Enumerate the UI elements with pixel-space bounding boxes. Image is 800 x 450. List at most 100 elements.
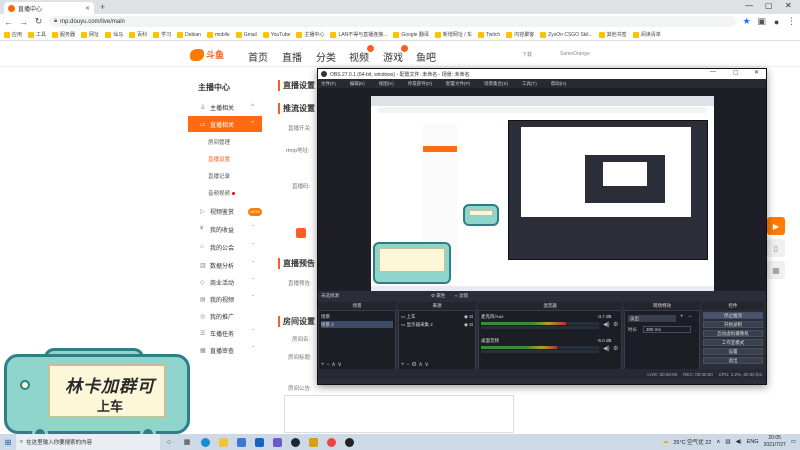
menu-tools[interactable]: 工具(T) [522, 81, 537, 87]
extension-icon[interactable]: ▣ [757, 16, 766, 27]
announcement-textarea[interactable] [284, 395, 514, 433]
bookmark-item[interactable]: mobile [206, 31, 230, 38]
task-view-icon[interactable]: ○ [160, 434, 178, 450]
sidebar-item-promote[interactable]: ◎ 我的推广 [188, 308, 262, 324]
bookmark-item[interactable]: 百科 [129, 31, 147, 38]
speaker-icon[interactable]: ◀) [603, 345, 610, 352]
obs-taskbar-icon[interactable] [340, 434, 358, 450]
properties-button[interactable]: ⚙ 属性 [431, 291, 445, 300]
app-icon[interactable] [304, 434, 322, 450]
menu-icon[interactable]: ⋮ [787, 16, 796, 27]
obs-maximize-icon[interactable]: ▢ [733, 69, 739, 76]
weather-text[interactable]: 25°C 空气优 22 [673, 438, 711, 446]
filters-button[interactable]: ◐ 滤镜 [455, 291, 468, 300]
stop-streaming-button[interactable]: 停止推流 [703, 312, 763, 319]
subitem-live-settings[interactable]: 直播设置 [208, 155, 230, 163]
language-indicator[interactable]: ENG [747, 439, 759, 445]
bookmark-item[interactable]: Google 翻译 [393, 31, 429, 38]
game-icon[interactable] [268, 434, 286, 450]
transition-select[interactable]: 淡出 [628, 315, 676, 322]
sidebar-item-data[interactable]: ▥ 数据分析 ˇ [188, 257, 262, 273]
sidebar-item-task[interactable]: ☰ 车播任务 ˇ [188, 325, 262, 341]
menu-docks[interactable]: 停靠部件(D) [408, 81, 432, 87]
bookmark-item[interactable]: 工具 [28, 31, 46, 38]
sidebar-item-anchor[interactable]: ♙ 主播相关 ^ [188, 99, 262, 115]
reload-icon[interactable]: ↻ [34, 16, 43, 27]
bookmark-item[interactable]: 网址 [81, 31, 99, 38]
dock-footer-controls[interactable]: + − ⚙ ∧ ∨ [401, 361, 429, 368]
sidebar-item-my-videos[interactable]: ▤ 我的视频 ˇ [188, 291, 262, 307]
sidebar-item-income[interactable]: ¥ 我的收益 ˇ [188, 221, 262, 237]
subitem-live-records[interactable]: 直播记录 [208, 172, 230, 180]
play-icon[interactable] [296, 228, 306, 238]
new-tab-icon[interactable]: + [100, 2, 105, 12]
bookmark-item[interactable]: 学习 [153, 31, 171, 38]
volume-icon[interactable]: ◀) [736, 439, 742, 445]
settings-button[interactable]: 设置 [703, 348, 763, 355]
nav-fishbar[interactable]: 鱼吧 [416, 49, 436, 64]
taskbar-search-box[interactable]: ⌕ 在这里输入你要搜索的内容 [16, 434, 160, 450]
scene-item[interactable]: 场景 2 [321, 321, 393, 328]
bookmark-item[interactable]: Gmail [235, 31, 257, 38]
explorer-icon[interactable] [214, 434, 232, 450]
exit-button[interactable]: 退出 [703, 357, 763, 364]
bookmark-item[interactable]: 仙马 [105, 31, 123, 38]
subitem-room-manage[interactable]: 房间管理 [208, 138, 230, 146]
douyu-logo[interactable]: 斗鱼 [190, 47, 232, 62]
eye-icon[interactable]: ◉ ⊡ [464, 313, 473, 320]
studio-mode-button[interactable]: 工作室模式 [703, 339, 763, 346]
duration-input[interactable]: 300 ms [643, 326, 691, 333]
nav-game[interactable]: 游戏 [383, 45, 408, 64]
bookmark-item[interactable]: Debian [177, 31, 201, 38]
add-icon[interactable]: + [680, 314, 684, 320]
menu-view[interactable]: 视图(V) [379, 81, 394, 87]
windows-start-icon[interactable]: ⊞ [0, 438, 16, 447]
close-tab-icon[interactable]: ✕ [85, 5, 90, 12]
source-item[interactable]: ▭ 显示器采集 2 ◉ ⊡ [401, 321, 473, 328]
bookmark-item[interactable]: 阅读清单 [632, 31, 661, 38]
play-circle-icon[interactable]: ▶ [767, 217, 785, 235]
bookmark-item[interactable]: 其他书签 [598, 31, 627, 38]
sidebar-item-review[interactable]: ▦ 直播审查 ˇ [188, 342, 262, 358]
chrome-icon[interactable] [322, 434, 340, 450]
clock[interactable]: 20:05 2021/7/27 [764, 435, 786, 449]
network-icon[interactable]: ▥ [725, 439, 730, 445]
virtual-camera-button[interactable]: 启动虚拟摄像机 [703, 330, 763, 337]
back-icon[interactable]: ← [4, 17, 13, 27]
menu-scene-collection[interactable]: 场景集合(S) [484, 81, 508, 87]
mail-icon[interactable] [250, 434, 268, 450]
user-menu[interactable]: SameOrange [560, 51, 590, 57]
obs-close-icon[interactable]: ✕ [754, 69, 759, 76]
bookmark-item[interactable]: Twitch [478, 31, 500, 38]
bookmark-item[interactable]: ZyxOn CSGO Skil... [540, 31, 593, 38]
subitem-audio-video[interactable]: 音频视频 [208, 189, 236, 197]
sidebar-item-live[interactable]: ▭ 直播相关 ^ [188, 116, 262, 132]
bookmark-item[interactable]: 新增网址 / 东 [434, 31, 472, 38]
nav-live[interactable]: 直播 [282, 49, 302, 64]
store-icon[interactable] [232, 434, 250, 450]
menu-help[interactable]: 帮助(H) [551, 81, 566, 87]
bookmark-item[interactable]: LAN不得与直播连接... [330, 31, 387, 38]
sidebar-item-business[interactable]: ◇ 商业活动 ˇ [188, 274, 262, 290]
obs-minimize-icon[interactable]: — [710, 69, 716, 75]
minimize-icon[interactable]: — [745, 1, 753, 10]
bookmark-item[interactable]: YouTube [262, 31, 290, 38]
remove-icon[interactable]: − [688, 314, 692, 320]
widgets-icon[interactable]: ▦ [178, 434, 196, 450]
bookmark-item[interactable]: 内容聚客 [506, 31, 534, 38]
phone-icon[interactable]: ▯ [767, 239, 785, 257]
bookmark-item[interactable]: 主播中心 [296, 31, 324, 38]
notification-icon[interactable]: ▭ [791, 439, 796, 445]
bookmark-item[interactable]: 应用 [4, 31, 22, 38]
source-item[interactable]: ▭ 上车 ◉ ⊡ [401, 313, 473, 320]
gear-icon[interactable]: ⚙ [613, 321, 618, 328]
forward-icon[interactable]: → [19, 17, 28, 27]
menu-edit[interactable]: 编辑(E) [350, 81, 365, 87]
start-recording-button[interactable]: 开始录制 [703, 321, 763, 328]
download-link[interactable]: 下载 [522, 51, 532, 58]
menu-file[interactable]: 文件(F) [321, 81, 336, 87]
menu-profile[interactable]: 配置文件(P) [446, 81, 470, 87]
nav-home[interactable]: 首页 [248, 49, 268, 64]
nav-video[interactable]: 视频 [349, 45, 374, 64]
steam-icon[interactable] [286, 434, 304, 450]
